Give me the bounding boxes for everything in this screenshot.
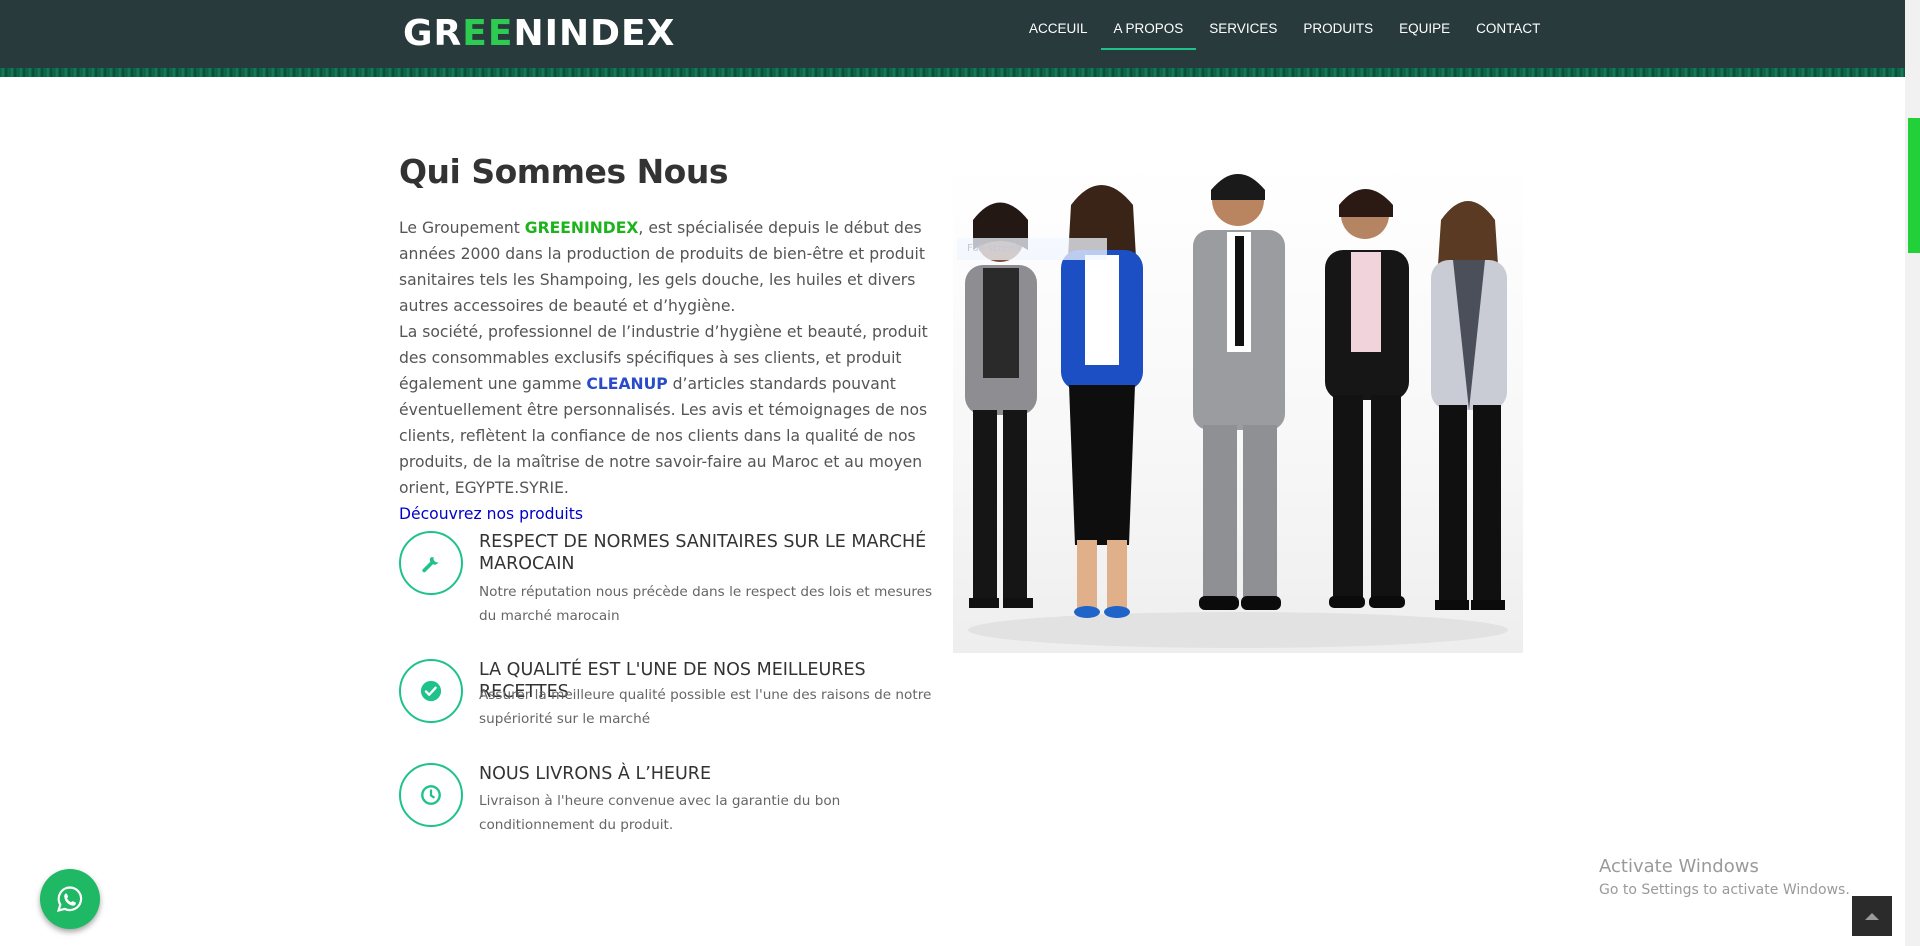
logo-text-part3: NINDEX — [513, 13, 676, 54]
main-menu: ACCEUIL A PROPOS SERVICES PRODUITS EQUIP… — [1016, 0, 1553, 50]
about-intro: Le Groupement GREENINDEX, est spécialisé… — [399, 215, 939, 527]
feature-text: Assurer la meilleure qualité possible es… — [479, 687, 932, 727]
nav-item-produits[interactable]: PRODUITS — [1290, 0, 1386, 50]
person-figure — [965, 202, 1037, 608]
feature-text: Livraison à l'heure convenue avec la gar… — [479, 793, 841, 833]
photo-overlay-label: Full-screen — [957, 238, 1107, 260]
nav-item-contact[interactable]: CONTACT — [1463, 0, 1553, 50]
feature-item-quality: LA QUALITÉ EST L'UNE DE NOS MEILLEURES R… — [399, 659, 944, 739]
discover-products-link[interactable]: Découvrez nos produits — [399, 505, 583, 523]
check-circle-icon — [420, 680, 442, 702]
feature-icon-circle — [399, 659, 463, 723]
feature-icon-circle — [399, 763, 463, 827]
top-navbar: GREENINDEX ACCEUIL A PROPOS SERVICES PRO… — [0, 0, 1905, 68]
wrench-icon — [422, 557, 439, 573]
logo-text-part2: EE — [462, 13, 514, 54]
feature-title: NOUS LIVRONS À L’HEURE — [479, 764, 712, 784]
back-to-top-button[interactable] — [1852, 896, 1892, 936]
team-illustration — [965, 174, 1508, 648]
feature-title: RESPECT DE NORMES SANITAIRES SUR LE MARC… — [479, 532, 927, 574]
whatsapp-icon — [57, 886, 83, 913]
chevron-up-icon — [1865, 913, 1879, 920]
windows-activation-watermark: Activate Windows Go to Settings to activ… — [1599, 855, 1850, 901]
feature-text: Notre réputation nous précède dans le re… — [479, 584, 933, 624]
person-figure — [1325, 189, 1409, 608]
scrollbar-thumb[interactable] — [1908, 118, 1920, 253]
watermark-line-1: Activate Windows — [1599, 856, 1759, 877]
person-figure — [1431, 201, 1507, 610]
nav-item-services[interactable]: SERVICES — [1196, 0, 1290, 50]
nav-item-equipe[interactable]: EQUIPE — [1386, 0, 1463, 50]
person-figure — [1193, 174, 1285, 610]
feature-icon-circle — [399, 531, 463, 595]
nav-item-acceuil[interactable]: ACCEUIL — [1016, 0, 1101, 50]
logo-text-part1: GR — [403, 13, 463, 54]
feature-item-sanitary-norms: RESPECT DE NORMES SANITAIRES SUR LE MARC… — [399, 531, 944, 631]
nav-item-a-propos[interactable]: A PROPOS — [1100, 0, 1197, 50]
watermark-line-2: Go to Settings to activate Windows. — [1599, 882, 1850, 898]
header-texture-strip — [0, 68, 1905, 77]
clock-icon — [421, 785, 441, 805]
brand-cleanup: CLEANUP — [586, 375, 668, 393]
section-title: Qui Sommes Nous — [399, 152, 729, 191]
team-photo: Full-screen — [953, 160, 1523, 653]
brand-greenindex: GREENINDEX — [524, 219, 639, 237]
intro-paragraph-2: La société, professionnel de l’industrie… — [399, 323, 928, 497]
whatsapp-chat-button[interactable] — [40, 869, 100, 929]
greenindex-logo[interactable]: GREENINDEX — [403, 14, 675, 54]
intro-paragraph-1: Le Groupement GREENINDEX, est spécialisé… — [399, 219, 925, 315]
feature-item-on-time-delivery: NOUS LIVRONS À L’HEURE Livraison à l'heu… — [399, 763, 944, 843]
